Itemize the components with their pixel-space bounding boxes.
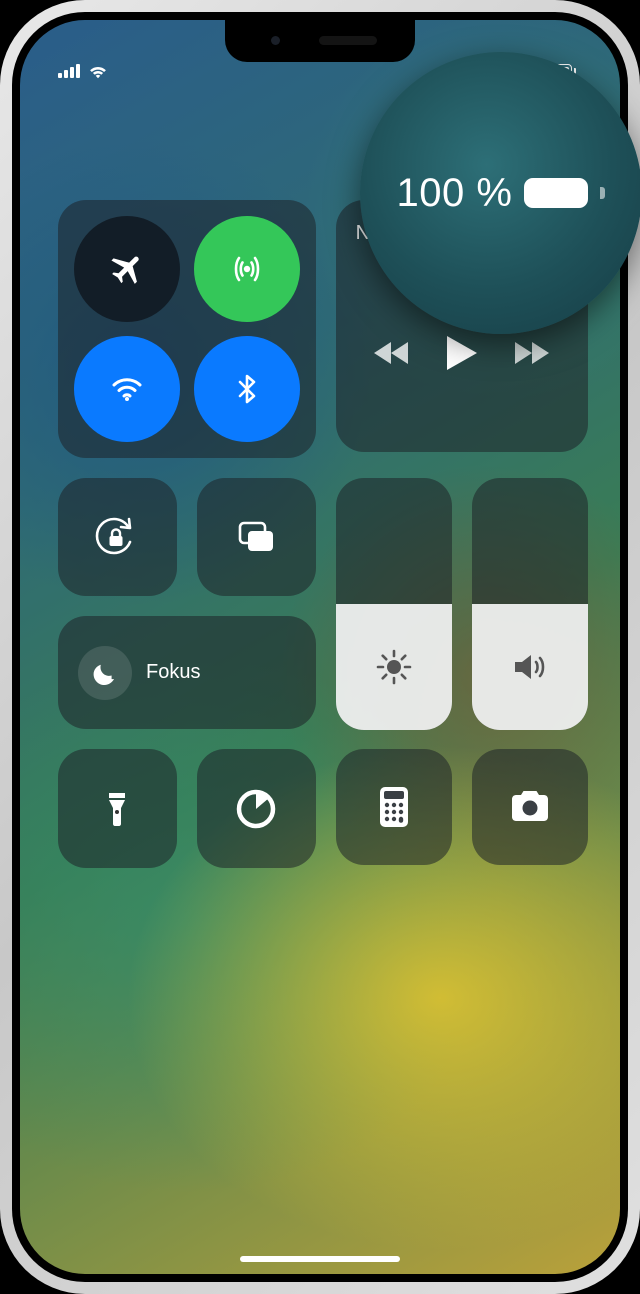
wifi-icon	[87, 63, 109, 79]
bluetooth-icon	[228, 370, 266, 408]
moon-icon	[78, 646, 132, 700]
flashlight-icon	[95, 787, 139, 831]
battery-tip-icon	[600, 187, 605, 199]
antenna-icon	[226, 248, 268, 290]
volume-slider[interactable]	[472, 478, 588, 730]
zoom-callout: 100 %	[360, 52, 640, 334]
cellular-signal-icon	[58, 64, 80, 78]
status-left	[58, 63, 109, 79]
rewind-icon[interactable]	[374, 340, 410, 366]
cellular-data-toggle[interactable]	[194, 216, 300, 322]
timer-icon	[233, 786, 279, 832]
fast-forward-icon[interactable]	[513, 340, 549, 366]
timer-button[interactable]	[197, 749, 316, 868]
flashlight-button[interactable]	[58, 749, 177, 868]
bluetooth-toggle[interactable]	[194, 336, 300, 442]
airplane-mode-toggle[interactable]	[74, 216, 180, 322]
calculator-button[interactable]	[336, 749, 452, 865]
play-icon[interactable]	[447, 336, 477, 370]
connectivity-module[interactable]	[58, 200, 316, 458]
wifi-icon	[106, 368, 148, 410]
airplane-icon	[107, 249, 147, 289]
rotation-lock-icon	[92, 512, 142, 562]
brightness-icon	[374, 647, 414, 687]
camera-button[interactable]	[472, 749, 588, 865]
volume-fill	[472, 604, 588, 730]
screen-mirroring-button[interactable]	[197, 478, 316, 597]
focus-button[interactable]: Fokus	[58, 616, 316, 729]
home-indicator[interactable]	[240, 1256, 400, 1262]
orientation-lock-button[interactable]	[58, 478, 177, 597]
focus-label: Fokus	[146, 661, 200, 684]
brightness-empty	[336, 478, 452, 604]
notch	[225, 20, 415, 62]
volume-icon	[509, 646, 551, 688]
screen-mirroring-icon	[231, 512, 281, 562]
zoom-battery-text: 100 %	[397, 171, 513, 216]
brightness-fill	[336, 604, 452, 730]
camera-icon	[506, 787, 554, 827]
volume-empty	[472, 478, 588, 604]
wifi-toggle[interactable]	[74, 336, 180, 442]
battery-icon	[524, 178, 588, 208]
calculator-icon	[374, 784, 414, 830]
brightness-slider[interactable]	[336, 478, 452, 730]
